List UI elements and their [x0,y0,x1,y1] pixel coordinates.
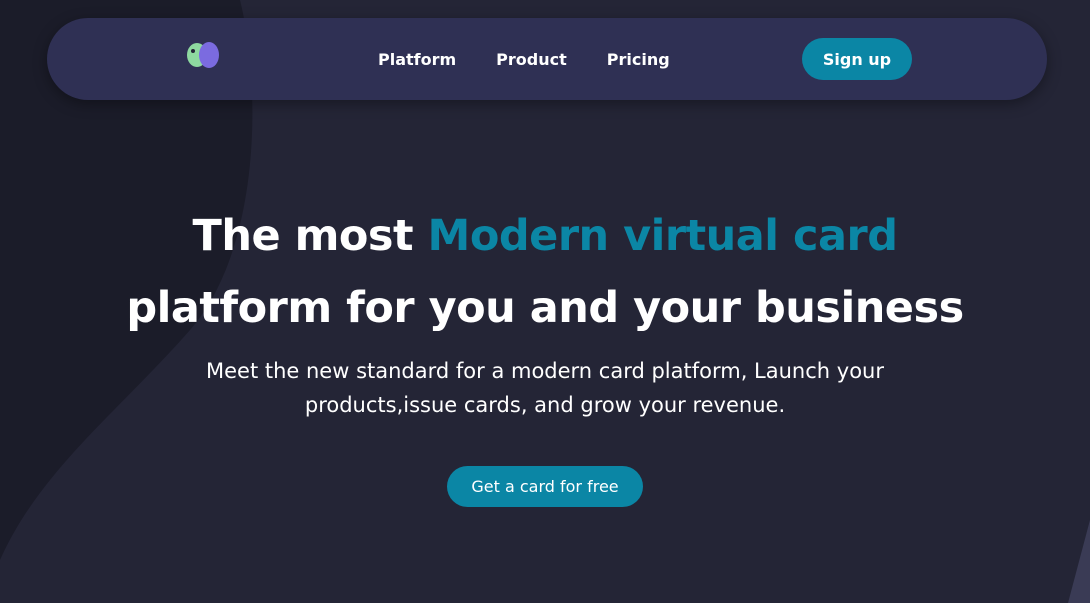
get-card-button[interactable]: Get a card for free [447,466,643,507]
hero-headline: The most Modern virtual card platform fo… [0,200,1090,344]
navbar: Platform Product Pricing Sign up [47,18,1047,100]
signup-button[interactable]: Sign up [802,38,912,80]
nav-links: Platform Product Pricing [378,18,670,100]
nav-link-platform[interactable]: Platform [378,50,456,69]
subtext-line1: Meet the new standard for a modern card … [205,359,884,383]
headline-accent: Modern virtual card [427,211,898,261]
subtext-line2: products,issue cards, and grow your reve… [304,393,786,417]
nav-link-product[interactable]: Product [496,50,567,69]
hero-subtext: Meet the new standard for a modern card … [145,354,945,422]
headline-prefix: The most [192,211,428,261]
nav-link-pricing[interactable]: Pricing [607,50,670,69]
two-blob-logo-icon[interactable] [185,40,223,72]
headline-line2: platform for you and your business [126,283,964,333]
hero-section: The most Modern virtual card platform fo… [0,200,1090,507]
